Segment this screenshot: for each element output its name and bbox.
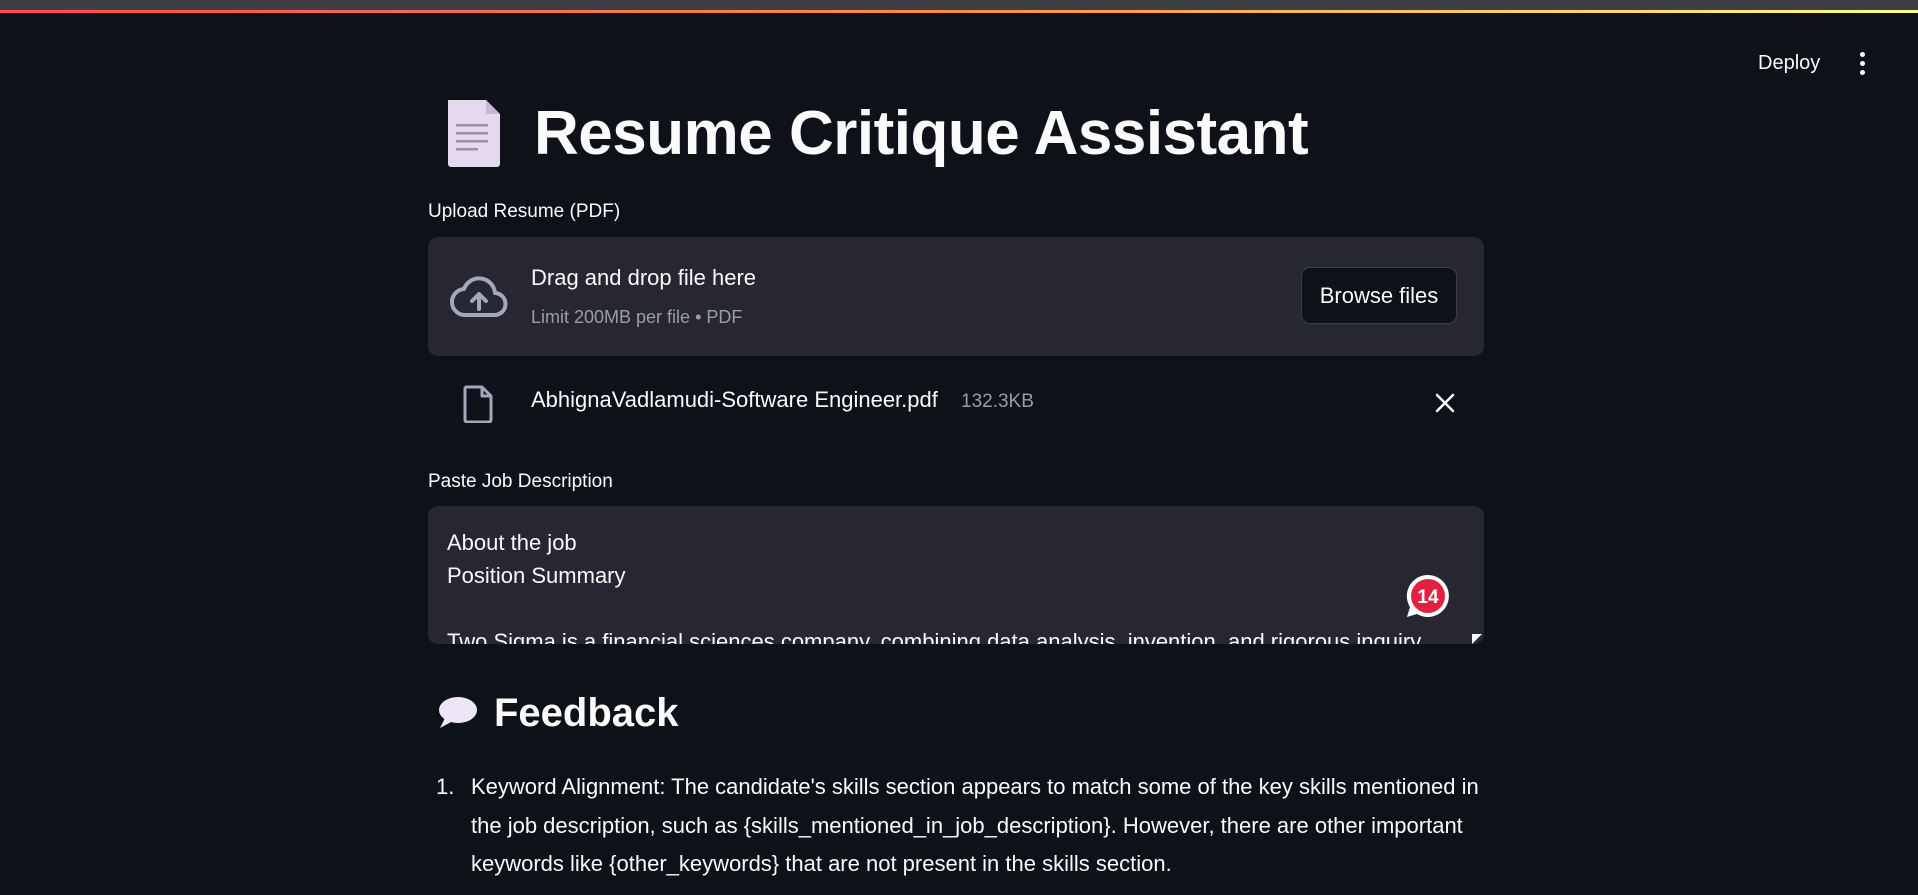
feedback-header: Feedback xyxy=(428,685,679,741)
job-description-text[interactable]: About the job Position Summary Two Sigma… xyxy=(447,526,1457,644)
feedback-title: Feedback xyxy=(494,690,679,735)
page-header: Resume Critique Assistant xyxy=(428,96,1309,170)
dropzone-subtitle: Limit 200MB per file • PDF xyxy=(531,307,743,327)
feedback-item-number: 1. xyxy=(436,774,455,799)
browse-files-button[interactable]: Browse files xyxy=(1301,267,1457,324)
uploaded-file-row: AbhignaVadlamudi-Software Engineer.pdf 1… xyxy=(428,375,1484,431)
textarea-resize-handle[interactable] xyxy=(1472,634,1482,644)
notification-badge-icon[interactable]: 14 xyxy=(1406,574,1450,618)
close-icon[interactable] xyxy=(1434,392,1456,414)
feedback-item: 1. Keyword Alignment: The candidate's sk… xyxy=(428,768,1484,884)
cloud-upload-icon xyxy=(450,276,508,318)
dropzone-title: Drag and drop file here xyxy=(531,265,757,290)
deploy-button[interactable]: Deploy xyxy=(1758,52,1820,75)
app-decoration-bar xyxy=(0,10,1918,13)
feedback-list: 1. Keyword Alignment: The candidate's sk… xyxy=(428,768,1484,884)
more-vertical-icon[interactable] xyxy=(1852,52,1872,76)
page-facing-up-icon xyxy=(448,100,500,167)
uploaded-file-size: 132.3KB xyxy=(961,391,1034,412)
job-description-textarea[interactable]: About the job Position Summary Two Sigma… xyxy=(428,506,1484,644)
page-title: Resume Critique Assistant xyxy=(534,98,1309,168)
upload-label: Upload Resume (PDF) xyxy=(428,201,621,222)
notification-badge-count: 14 xyxy=(1417,587,1439,608)
speech-balloon-icon xyxy=(439,697,477,728)
uploaded-file-name: AbhignaVadlamudi-Software Engineer.pdf xyxy=(531,387,938,412)
file-dropzone[interactable]: Drag and drop file here Limit 200MB per … xyxy=(428,237,1484,356)
file-icon xyxy=(463,385,493,423)
job-description-label: Paste Job Description xyxy=(428,471,613,492)
feedback-item-text: Keyword Alignment: The candidate's skill… xyxy=(471,774,1479,876)
